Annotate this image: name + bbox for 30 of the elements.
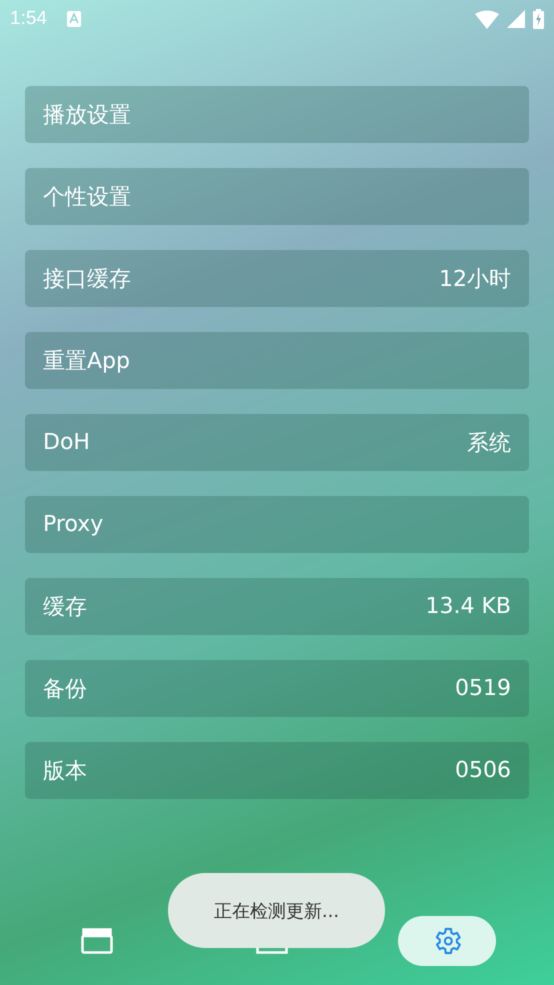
settings-item[interactable]: Proxy xyxy=(25,496,529,553)
setting-label: 重置App xyxy=(43,348,130,376)
settings-item[interactable]: 缓存 13.4 KB xyxy=(25,578,529,635)
status-time: 1:54 xyxy=(10,8,47,30)
setting-label: 接口缓存 xyxy=(43,266,131,294)
setting-label: 备份 xyxy=(43,676,87,704)
settings-item[interactable]: 版本 0506 xyxy=(25,742,529,799)
settings-item[interactable]: 个性设置 xyxy=(25,168,529,225)
setting-label: 播放设置 xyxy=(43,102,131,130)
battery-icon xyxy=(533,9,544,29)
setting-value: 0519 xyxy=(455,676,511,701)
settings-item[interactable]: 备份 0519 xyxy=(25,660,529,717)
update-toast: 正在检测更新... xyxy=(168,873,385,948)
setting-label: 个性设置 xyxy=(43,184,131,212)
setting-label: 版本 xyxy=(43,758,87,786)
settings-item[interactable]: DoH 系统 xyxy=(25,414,529,471)
settings-item[interactable]: 播放设置 xyxy=(25,86,529,143)
setting-value: 12小时 xyxy=(439,266,511,294)
wifi-icon xyxy=(475,10,499,28)
settings-item[interactable]: 接口缓存 12小时 xyxy=(25,250,529,307)
setting-label: Proxy xyxy=(43,512,104,537)
setting-label: DoH xyxy=(43,430,90,455)
keyboard-icon xyxy=(66,11,81,27)
setting-value: 0506 xyxy=(455,758,511,783)
signal-icon xyxy=(507,10,525,28)
setting-value: 系统 xyxy=(467,430,511,458)
settings-item[interactable]: 重置App xyxy=(25,332,529,389)
nav-tab[interactable] xyxy=(398,916,496,966)
setting-label: 缓存 xyxy=(43,594,87,622)
setting-value: 13.4 KB xyxy=(426,594,511,619)
